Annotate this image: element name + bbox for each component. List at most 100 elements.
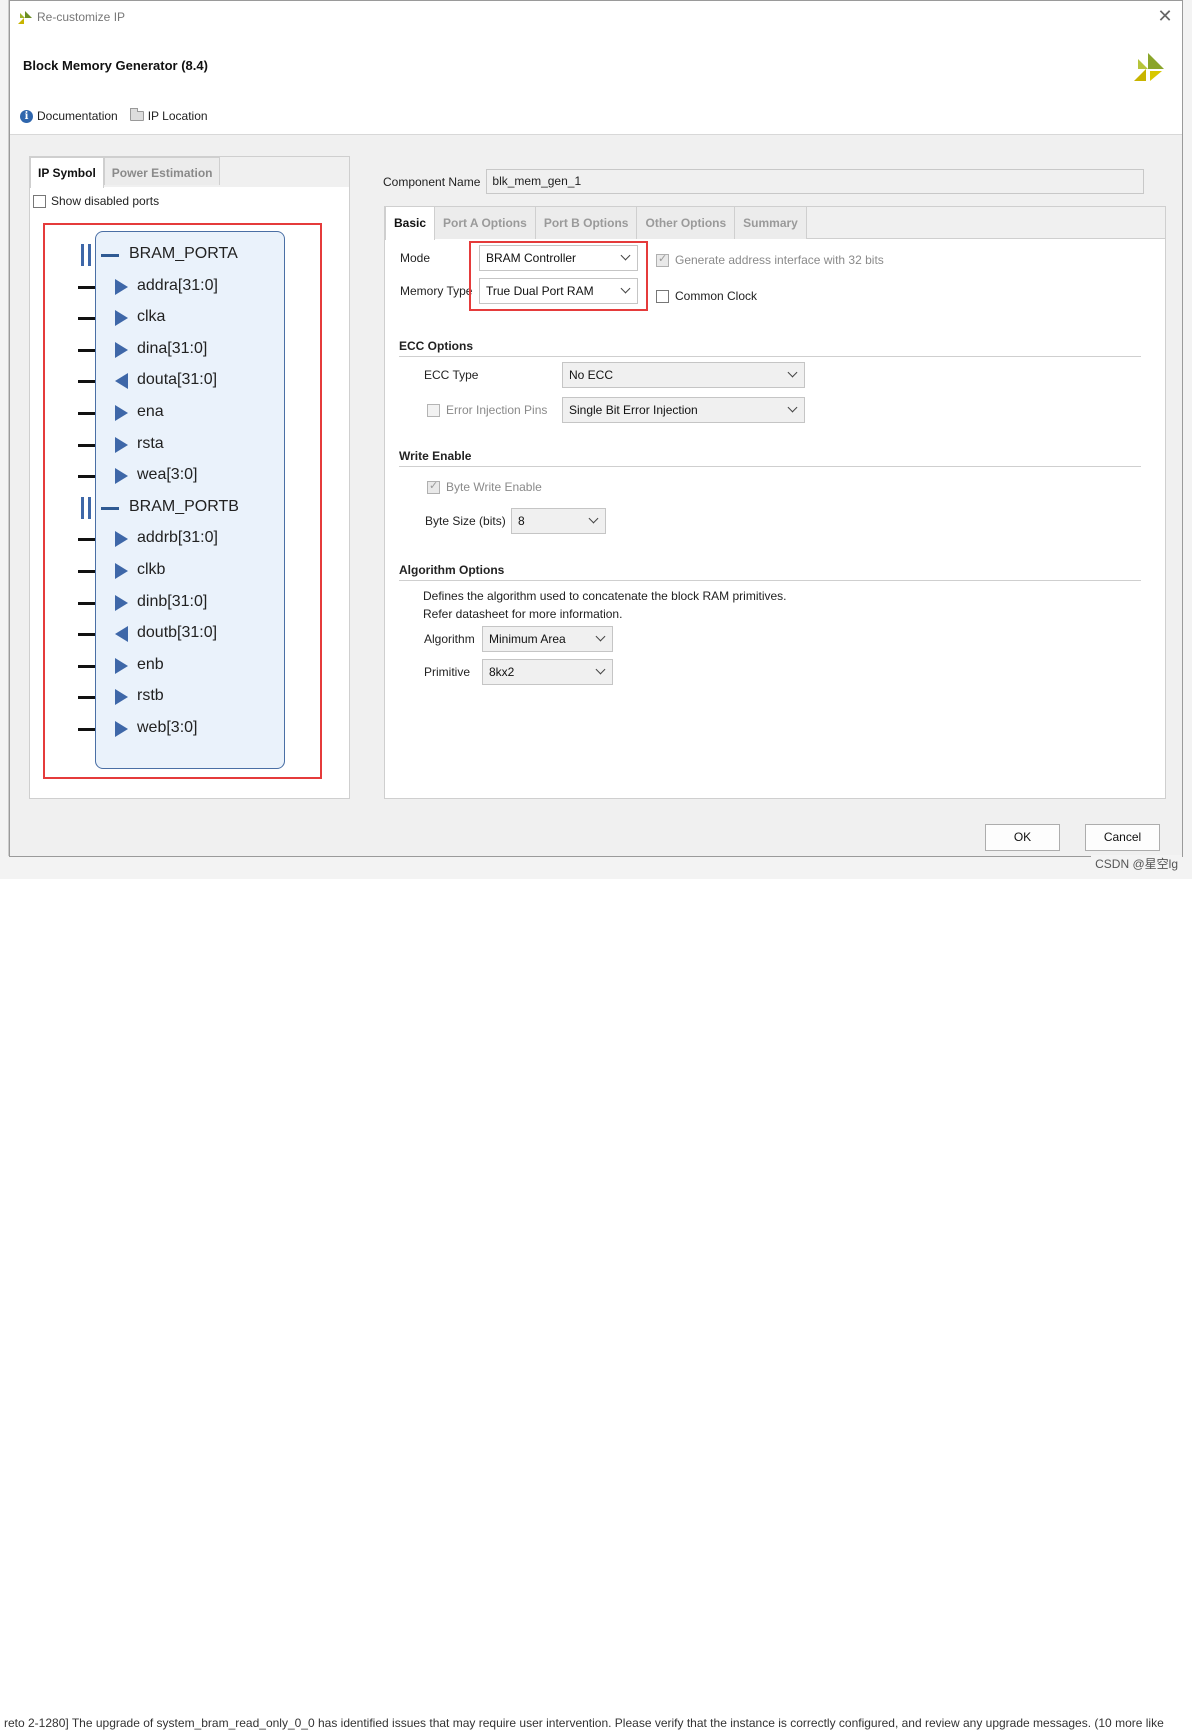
generate-address-option[interactable]: Generate address interface with 32 bits [656,252,884,267]
chevron-down-icon [787,367,798,378]
algorithm-description-2: Refer datasheet for more information. [423,607,623,621]
write-enable-section: Write Enable [399,449,1141,467]
tab-other-options[interactable]: Other Options [637,207,736,239]
error-injection-value: Single Bit Error Injection [569,403,698,417]
ecc-type-label: ECC Type [424,368,479,382]
input-arrow-icon [115,278,128,295]
ok-button[interactable]: OK [985,824,1060,851]
error-injection-checkbox[interactable] [427,403,440,417]
port-name: enb [137,655,164,673]
algorithm-value: Minimum Area [489,632,566,646]
signal-port: rstb [45,685,305,709]
memory-type-value: True Dual Port RAM [486,284,594,298]
ip-location-label: IP Location [147,109,208,123]
tab-port-b-options[interactable]: Port B Options [535,207,638,239]
primitive-value: 8kx2 [489,665,515,679]
common-clock-label: Common Clock [675,289,758,303]
ip-symbol-highlight: BRAM_PORTA addra[31:0] clka dina[31:0] douta… [43,223,322,779]
algorithm-options-section: Algorithm Options [399,563,1141,581]
port-pin [78,664,95,668]
signal-port: web[3:0] [45,717,305,741]
input-arrow-icon [115,689,128,706]
folder-icon [129,108,144,121]
port-pin [78,348,95,352]
signal-port: dina[31:0] [45,338,305,362]
tab-power-estimation[interactable]: Power Estimation [103,157,221,185]
info-icon: i [20,109,33,123]
memory-type-select[interactable]: True Dual Port RAM [479,278,638,304]
vivado-logo-icon [18,11,32,24]
port-pin [78,412,95,415]
port-name: ena [137,403,164,420]
port-name: BRAM_PORTA [129,245,238,262]
algorithm-select[interactable]: Minimum Area [482,626,613,652]
signal-port: addra[31:0] [45,275,305,299]
chevron-down-icon [787,402,798,413]
byte-size-label: Byte Size (bits) [425,514,506,528]
port-name: clkb [137,561,166,578]
byte-write-enable-checkbox[interactable] [427,479,440,494]
xilinx-brand-icon [1134,53,1164,81]
configuration-panel: Basic Port A Options Port B Options Othe… [384,206,1166,799]
generate-address-checkbox[interactable] [656,252,669,267]
left-tab-bar: IP Symbol Power Estimation [30,157,349,188]
primitive-label: Primitive [424,665,471,679]
tab-summary[interactable]: Summary [735,207,807,239]
component-name-label: Component Name [383,174,481,189]
port-pin [78,443,95,447]
documentation-label: Documentation [37,109,118,123]
port-pin [78,728,95,731]
signal-port: douta[31:0] [45,369,305,393]
error-injection-option[interactable]: Error Injection Pins [427,403,547,417]
bus-interface-port: BRAM_PORTB [45,496,305,520]
port-name: web[3:0] [137,719,198,736]
byte-size-value: 8 [518,514,525,528]
error-injection-label: Error Injection Pins [446,403,548,417]
collapse-icon[interactable] [101,506,119,510]
common-clock-option[interactable]: Common Clock [656,289,757,303]
show-disabled-ports-label: Show disabled ports [51,194,160,208]
port-pin [78,601,95,605]
ecc-type-select[interactable]: No ECC [562,362,805,388]
documentation-link[interactable]: i Documentation [20,109,118,123]
bus-interface-icon[interactable] [81,244,91,266]
dialog-header: Block Memory Generator (8.4) i Documenta… [10,33,1182,135]
close-icon[interactable]: ✕ [1154,5,1176,27]
port-name: douta[31:0] [137,371,218,389]
chevron-down-icon [620,283,631,294]
signal-port: addrb[31:0] [45,527,305,551]
chevron-down-icon [620,250,631,261]
mode-select[interactable]: BRAM Controller [479,245,638,271]
cancel-button[interactable]: Cancel [1085,824,1160,851]
tab-basic[interactable]: Basic [385,207,436,240]
signal-port: enb [45,654,305,678]
input-arrow-icon [115,657,128,674]
show-disabled-ports-option[interactable]: Show disabled ports [33,194,159,208]
input-arrow-icon [115,405,128,421]
input-arrow-icon [115,563,128,579]
port-pin [78,317,95,321]
bus-interface-icon[interactable] [81,496,91,519]
port-name: wea[3:0] [137,466,198,484]
common-clock-checkbox[interactable] [656,289,669,303]
tab-port-a-options[interactable]: Port A Options [435,207,536,239]
ip-symbol-panel: IP Symbol Power Estimation Show disabled… [29,156,350,799]
error-injection-select[interactable]: Single Bit Error Injection [562,397,805,423]
tab-ip-symbol[interactable]: IP Symbol [30,157,104,188]
background-app-right-edge [1182,0,1192,879]
component-name-row: Component Name blk_mem_gen_1 [383,169,1145,194]
component-name-field[interactable]: blk_mem_gen_1 [486,169,1145,194]
mode-label: Mode [400,251,431,265]
ip-location-link[interactable]: IP Location [129,108,208,123]
input-arrow-icon [115,468,128,485]
input-arrow-icon [115,594,128,611]
collapse-icon[interactable] [101,254,119,257]
byte-write-enable-option[interactable]: Byte Write Enable [427,479,542,494]
watermark: CSDN @星空lg [1091,855,1182,872]
window-title: Re-customize IP [37,10,126,24]
byte-size-select[interactable]: 8 [511,508,606,534]
show-disabled-ports-checkbox[interactable] [33,194,46,208]
right-tab-bar: Basic Port A Options Port B Options Othe… [385,207,1165,240]
primitive-select[interactable]: 8kx2 [482,659,613,685]
chevron-down-icon [588,513,599,524]
